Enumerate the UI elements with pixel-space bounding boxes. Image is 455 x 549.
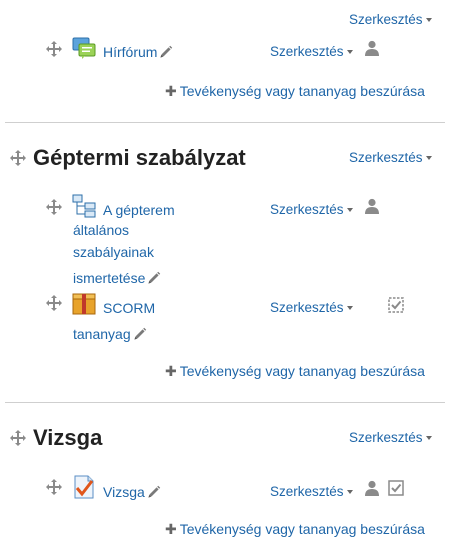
- chevron-down-icon: [346, 490, 353, 495]
- activity-edit-menu[interactable]: Szerkesztés: [270, 202, 353, 217]
- edit-menu-label[interactable]: Szerkesztés: [349, 150, 423, 165]
- add-activity-label[interactable]: Tevékenység vagy tananyag beszúrása: [180, 363, 425, 379]
- user-icon[interactable]: [364, 480, 380, 496]
- activity-title-line[interactable]: tananyag: [73, 326, 131, 342]
- add-activity-label[interactable]: Tevékenység vagy tananyag beszúrása: [180, 521, 425, 537]
- completion-auto-icon[interactable]: [388, 480, 404, 496]
- chevron-down-icon: [425, 18, 432, 23]
- edit-menu-label[interactable]: Szerkesztés: [349, 430, 423, 445]
- section-title: Géptermi szabályzat: [33, 145, 246, 170]
- add-activity-link[interactable]: ✚ Tevékenység vagy tananyag beszúrása: [165, 521, 425, 538]
- activity-title[interactable]: Hírfórum: [103, 44, 157, 60]
- activity-edit-menu[interactable]: Szerkesztés: [270, 44, 353, 59]
- pencil-edit-icon[interactable]: [147, 485, 161, 499]
- activity-title-line[interactable]: A gépterem: [103, 199, 193, 221]
- edit-menu-label[interactable]: Szerkesztés: [270, 202, 344, 217]
- folder-tree-icon: [72, 194, 96, 218]
- user-icon[interactable]: [364, 198, 380, 214]
- activity-link-forum[interactable]: Hírfórum: [103, 41, 173, 63]
- chevron-down-icon: [346, 50, 353, 55]
- edit-menu-label[interactable]: Szerkesztés: [270, 300, 344, 315]
- move-icon[interactable]: [10, 150, 26, 166]
- pencil-edit-icon[interactable]: [133, 327, 147, 341]
- add-activity-link[interactable]: ✚ Tevékenység vagy tananyag beszúrása: [165, 363, 425, 380]
- edit-menu-label[interactable]: Szerkesztés: [270, 484, 344, 499]
- activity-edit-menu[interactable]: Szerkesztés: [270, 300, 353, 315]
- section-edit-menu[interactable]: Szerkesztés: [349, 430, 432, 445]
- section-edit-menu[interactable]: Szerkesztés: [349, 150, 432, 165]
- activity-link-quiz[interactable]: Vizsga: [103, 481, 161, 503]
- forum-icon: [72, 37, 96, 59]
- section-title: Vizsga: [33, 425, 103, 450]
- move-icon[interactable]: [46, 295, 62, 311]
- user-icon[interactable]: [364, 40, 380, 56]
- activity-title-line[interactable]: ismertetése: [73, 270, 145, 286]
- scorm-package-icon: [72, 293, 96, 315]
- activity-link-scorm-continued[interactable]: tananyag: [73, 323, 147, 345]
- move-icon[interactable]: [46, 199, 62, 215]
- activity-link-folder-continued[interactable]: általános szabályainak ismertetése: [73, 219, 161, 289]
- activity-title[interactable]: Vizsga: [103, 484, 145, 500]
- quiz-icon: [74, 475, 94, 499]
- plus-icon: ✚: [165, 363, 177, 379]
- activity-title-line[interactable]: SCORM: [103, 297, 155, 319]
- edit-menu-label[interactable]: Szerkesztés: [270, 44, 344, 59]
- edit-menu-label[interactable]: Szerkesztés: [349, 12, 423, 27]
- add-activity-label[interactable]: Tevékenység vagy tananyag beszúrása: [180, 83, 425, 99]
- activity-link-scorm[interactable]: SCORM: [103, 297, 155, 319]
- activity-title-line[interactable]: szabályainak: [73, 241, 161, 263]
- activity-edit-menu[interactable]: Szerkesztés: [270, 484, 353, 499]
- plus-icon: ✚: [165, 521, 177, 537]
- pencil-edit-icon[interactable]: [147, 271, 161, 285]
- move-icon[interactable]: [46, 41, 62, 57]
- chevron-down-icon: [425, 156, 432, 161]
- section-edit-menu[interactable]: Szerkesztés: [349, 12, 432, 27]
- section-divider: [5, 122, 445, 123]
- activity-title-line[interactable]: általános: [73, 219, 161, 241]
- add-activity-link[interactable]: ✚ Tevékenység vagy tananyag beszúrása: [165, 83, 425, 100]
- activity-link-folder[interactable]: A gépterem: [103, 199, 193, 221]
- chevron-down-icon: [346, 208, 353, 213]
- chevron-down-icon: [425, 436, 432, 441]
- pencil-edit-icon[interactable]: [159, 45, 173, 59]
- plus-icon: ✚: [165, 83, 177, 99]
- chevron-down-icon: [346, 306, 353, 311]
- section-divider: [5, 402, 445, 403]
- completion-manual-icon[interactable]: [388, 297, 404, 313]
- move-icon[interactable]: [46, 479, 62, 495]
- move-icon[interactable]: [10, 430, 26, 446]
